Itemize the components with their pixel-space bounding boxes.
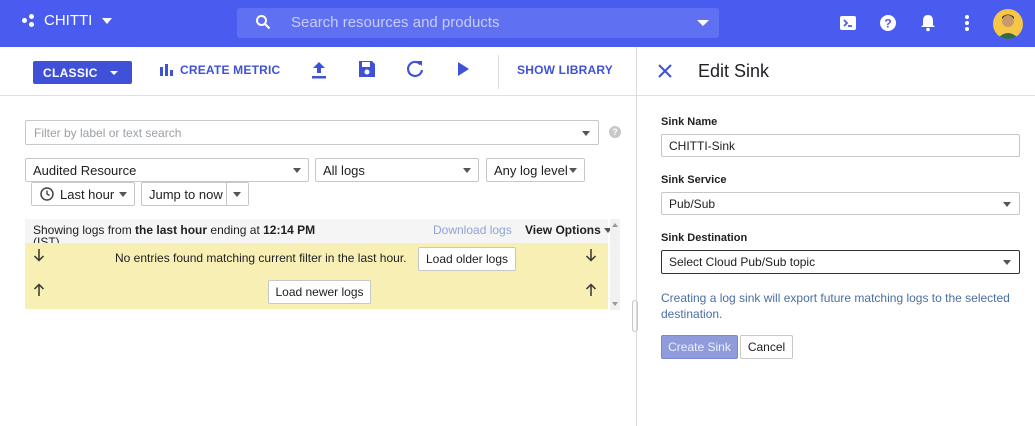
classic-button[interactable]: CLASSIC — [33, 61, 132, 84]
log-scrollbar[interactable] — [610, 219, 620, 310]
panel-title: Edit Sink — [698, 61, 770, 81]
filter-placeholder: Filter by label or text search — [34, 126, 182, 140]
refresh-icon[interactable] — [406, 60, 424, 83]
project-name: CHITTI — [44, 12, 93, 29]
logs-select-value: All logs — [323, 163, 365, 178]
jump-to-now-button[interactable]: Jump to now — [141, 182, 249, 206]
top-app-bar: CHITTI Search resources and products ? — [0, 0, 1035, 47]
arrow-up-icon — [33, 283, 45, 301]
chevron-down-icon[interactable] — [582, 131, 590, 136]
create-sink-button[interactable]: Create Sink — [661, 335, 738, 359]
svg-text:?: ? — [884, 17, 891, 31]
help-icon[interactable]: ? — [609, 126, 621, 138]
time-range-select[interactable]: Last hour — [31, 182, 135, 206]
download-logs-link[interactable]: Download logs — [433, 223, 512, 237]
cloud-shell-icon[interactable] — [838, 13, 858, 33]
classic-label: CLASSIC — [43, 65, 98, 80]
log-range-text: Showing logs from the last hour ending a… — [33, 223, 316, 237]
log-level-select[interactable]: Any log level — [486, 158, 585, 182]
more-vert-icon[interactable] — [957, 13, 977, 33]
chevron-down-icon — [293, 168, 301, 173]
chevron-down-icon — [463, 168, 471, 173]
arrow-up-icon — [585, 283, 597, 301]
chevron-down-icon — [1003, 202, 1011, 207]
scroll-up-icon[interactable] — [612, 223, 618, 227]
create-metric-label: CREATE METRIC — [180, 63, 281, 77]
sink-info-note: Creating a log sink will export future m… — [661, 291, 1010, 321]
time-range-value: Last hour — [60, 187, 115, 202]
sink-destination-label: Sink Destination — [661, 232, 748, 244]
filter-search-input[interactable]: Filter by label or text search — [25, 120, 599, 145]
chevron-down-icon — [109, 70, 118, 75]
chevron-down-icon — [569, 168, 577, 173]
jump-to-now-label: Jump to now — [149, 187, 223, 202]
no-entries-message: No entries found matching current filter… — [115, 251, 407, 265]
scroll-down-icon[interactable] — [612, 302, 618, 306]
arrow-down-icon — [33, 248, 45, 266]
load-newer-logs-button[interactable]: Load newer logs — [268, 280, 371, 304]
log-level-value: Any log level — [494, 163, 568, 178]
chevron-down-icon — [102, 17, 113, 24]
load-older-logs-button[interactable]: Load older logs — [418, 247, 516, 271]
chevron-down-icon — [119, 192, 127, 197]
arrow-down-icon — [585, 248, 597, 266]
log-viewer: Showing logs from the last hour ending a… — [25, 219, 621, 310]
bar-chart-icon — [160, 64, 173, 76]
upload-icon[interactable] — [310, 60, 328, 85]
sink-name-input[interactable]: CHITTI-Sink — [661, 134, 1020, 157]
cancel-button[interactable]: Cancel — [740, 335, 793, 359]
avatar[interactable] — [993, 9, 1023, 39]
close-icon[interactable] — [657, 63, 673, 84]
chevron-down-icon — [1003, 260, 1011, 265]
sink-name-label: Sink Name — [661, 116, 718, 128]
clock-icon — [40, 187, 54, 204]
resource-select[interactable]: Audited Resource — [25, 158, 309, 182]
search-bar[interactable]: Search resources and products — [237, 8, 719, 38]
sink-name-value: CHITTI-Sink — [669, 139, 735, 153]
sink-destination-select[interactable]: Select Cloud Pub/Sub topic — [661, 250, 1020, 274]
chevron-down-icon[interactable] — [233, 192, 241, 197]
search-placeholder: Search resources and products — [291, 14, 500, 31]
logs-select[interactable]: All logs — [315, 158, 479, 182]
help-icon[interactable]: ? — [878, 13, 898, 33]
toolbar-divider — [498, 55, 499, 89]
edit-sink-panel: Edit Sink Sink Name CHITTI-Sink Sink Ser… — [636, 47, 1035, 426]
show-library-label: SHOW LIBRARY — [517, 63, 613, 77]
sink-service-select[interactable]: Pub/Sub — [661, 192, 1020, 215]
play-icon[interactable] — [456, 60, 470, 83]
project-icon — [22, 13, 36, 28]
edit-sink-header: Edit Sink — [637, 47, 1035, 96]
view-options-menu[interactable]: View Options — [525, 223, 601, 237]
project-selector[interactable]: CHITTI — [22, 12, 113, 29]
log-header: Showing logs from the last hour ending a… — [25, 219, 612, 243]
resource-select-value: Audited Resource — [33, 163, 137, 178]
save-icon[interactable] — [358, 60, 376, 83]
search-icon — [255, 14, 271, 35]
sink-destination-value: Select Cloud Pub/Sub topic — [669, 255, 816, 269]
empty-results-banner: No entries found matching current filter… — [25, 243, 608, 309]
show-library-button[interactable]: SHOW LIBRARY — [517, 63, 613, 77]
sink-service-label: Sink Service — [661, 174, 727, 186]
sink-service-value: Pub/Sub — [669, 197, 716, 211]
create-metric-button[interactable]: CREATE METRIC — [160, 63, 280, 77]
split-divider — [226, 183, 227, 205]
notifications-icon[interactable] — [918, 13, 938, 33]
search-dropdown-icon[interactable] — [697, 20, 709, 26]
logs-toolbar: CLASSIC CREATE METRIC SHOW LIBRARY — [0, 47, 636, 96]
